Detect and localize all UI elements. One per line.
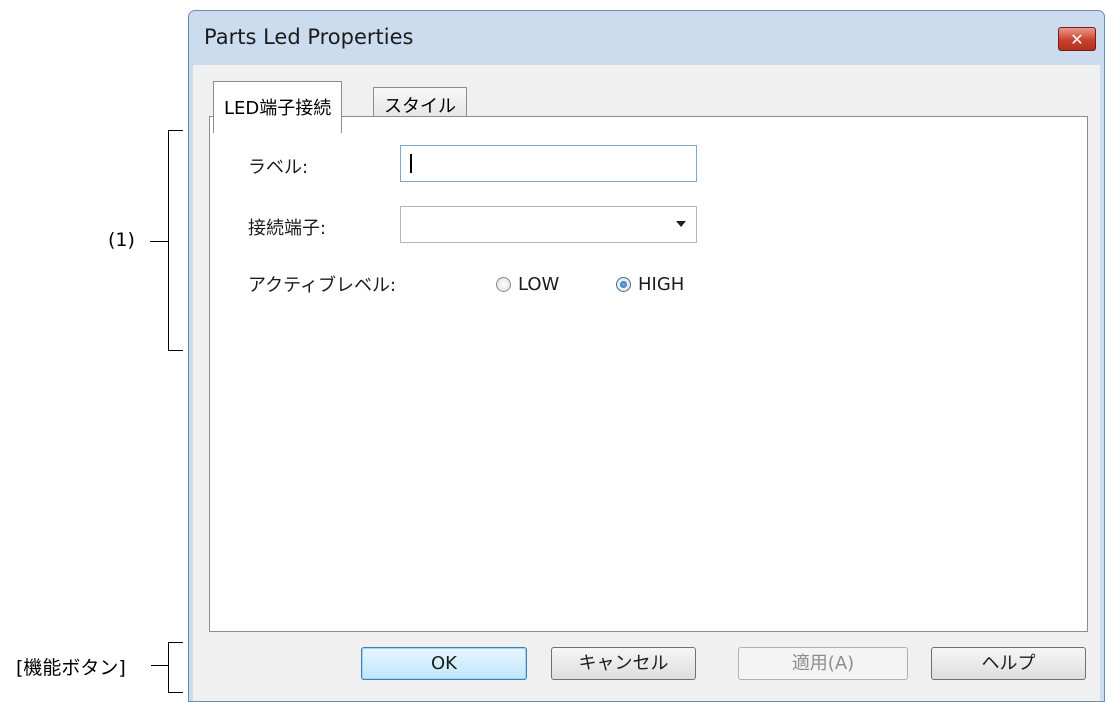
chevron-down-icon bbox=[676, 221, 686, 227]
area-1-annotation: (1) bbox=[108, 229, 135, 251]
apply-button: 適用(A) bbox=[738, 647, 908, 680]
terminal-caption: 接続端子: bbox=[248, 218, 327, 239]
close-button[interactable]: ✕ bbox=[1058, 27, 1096, 51]
area-1-tick bbox=[150, 241, 168, 242]
help-button[interactable]: ヘルプ bbox=[931, 647, 1086, 680]
close-icon: ✕ bbox=[1070, 30, 1084, 49]
radio-low[interactable]: LOW bbox=[496, 274, 559, 295]
radio-low-label: LOW bbox=[518, 274, 560, 295]
tab-led-terminal-connection[interactable]: LED端子接続 bbox=[213, 81, 343, 133]
radio-low-icon bbox=[496, 277, 511, 292]
dialog-title: Parts Led Properties bbox=[204, 25, 414, 49]
radio-high[interactable]: HIGH bbox=[616, 274, 684, 295]
function-buttons-tick bbox=[151, 665, 168, 666]
text-caret bbox=[410, 154, 412, 173]
radio-high-icon bbox=[616, 277, 631, 292]
function-buttons-annotation: [機能ボタン] bbox=[16, 657, 126, 679]
parts-led-properties-dialog: Parts Led Properties ✕ LED端子接続 スタイル ラベル:… bbox=[188, 10, 1105, 702]
label-caption: ラベル: bbox=[248, 157, 309, 178]
active-level-caption: アクティブレベル: bbox=[248, 275, 397, 296]
dialog-client-area: LED端子接続 スタイル ラベル: 接続端子: アクティブレベル: LOW HI… bbox=[193, 65, 1100, 701]
terminal-dropdown[interactable] bbox=[400, 206, 697, 243]
function-buttons-bracket bbox=[168, 642, 183, 693]
area-1-bracket bbox=[168, 130, 183, 351]
title-bar[interactable]: Parts Led Properties ✕ bbox=[189, 11, 1104, 65]
ok-button[interactable]: OK bbox=[361, 647, 527, 680]
tab-panel: ラベル: 接続端子: アクティブレベル: LOW HIGH bbox=[209, 116, 1088, 632]
label-input[interactable] bbox=[400, 145, 697, 182]
cancel-button[interactable]: キャンセル bbox=[551, 647, 696, 680]
radio-high-label: HIGH bbox=[638, 274, 685, 295]
tab-style[interactable]: スタイル bbox=[373, 87, 467, 119]
